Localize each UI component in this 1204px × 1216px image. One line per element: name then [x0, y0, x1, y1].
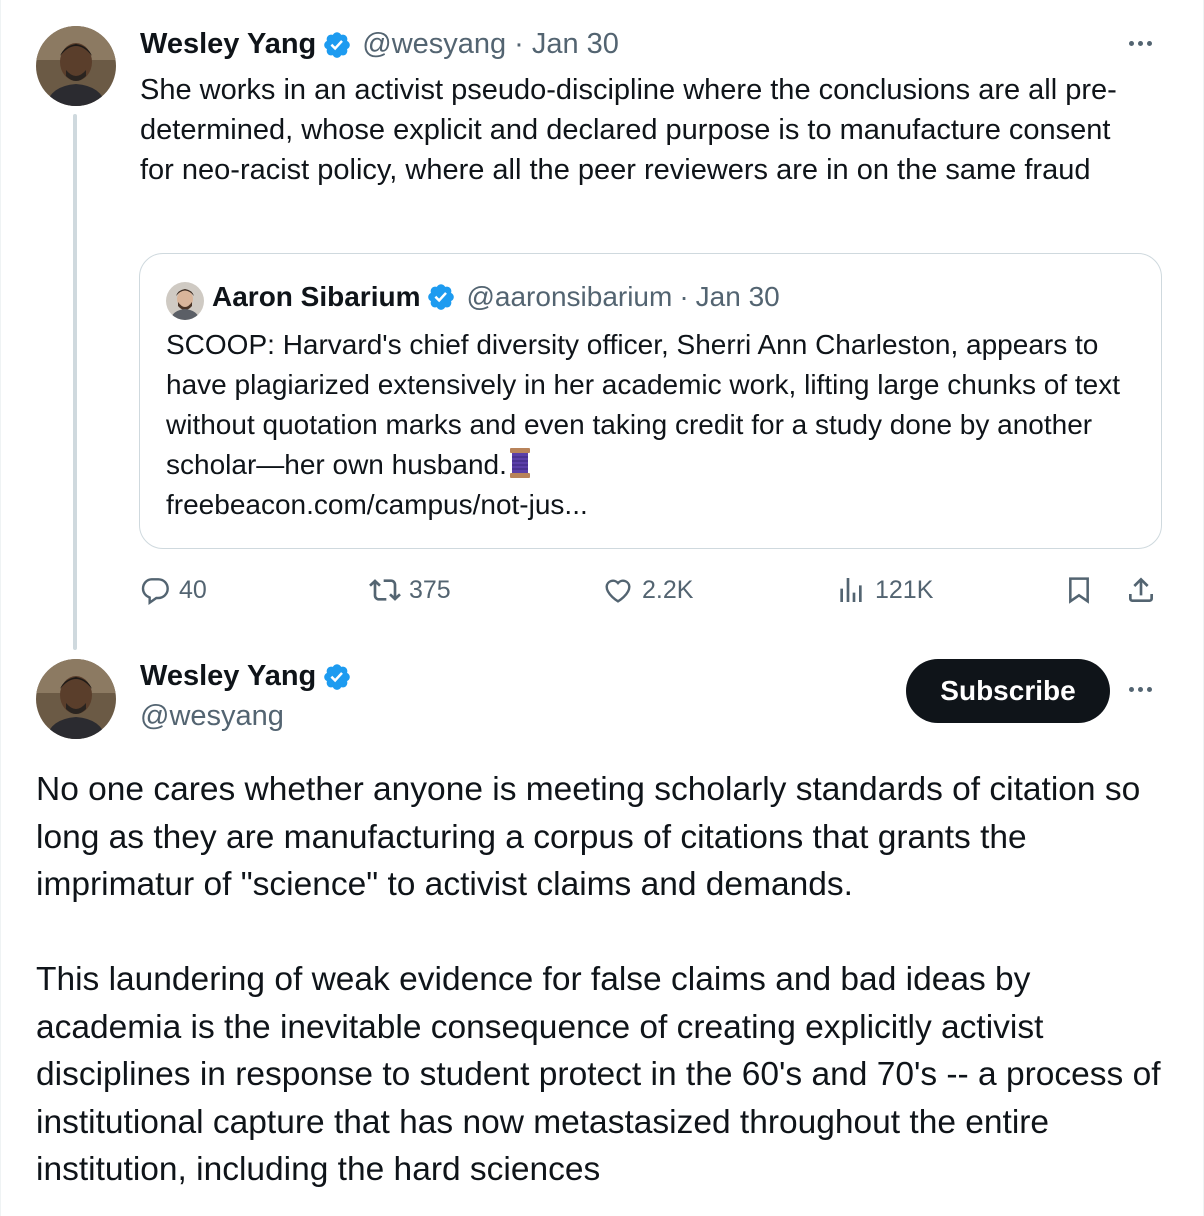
repost-button[interactable]: 375	[369, 574, 451, 606]
author-name[interactable]: Wesley Yang	[140, 28, 316, 61]
repost-icon	[369, 579, 401, 601]
quoted-text: SCOOP: Harvard's chief diversity officer…	[166, 329, 1121, 480]
share-button[interactable]	[1125, 574, 1157, 606]
avatar[interactable]	[36, 659, 116, 739]
bookmark-button[interactable]	[1063, 574, 1095, 606]
spool-of-thread-icon	[509, 448, 530, 478]
subscribe-button[interactable]: Subscribe	[906, 659, 1110, 723]
quoted-handle[interactable]: @aaronsibarium	[466, 281, 672, 313]
verified-badge-icon	[428, 284, 455, 310]
tweet-actions: 40 375 2.2K 121K	[139, 574, 1169, 614]
tweet-header: Wesley Yang @wesyang · Jan 30	[140, 28, 619, 61]
tweet-date[interactable]: Jan 30	[532, 28, 619, 61]
quoted-date[interactable]: Jan 30	[696, 281, 780, 313]
author-handle[interactable]: @wesyang	[362, 28, 506, 61]
author-name[interactable]: Wesley Yang	[140, 660, 316, 693]
more-dots-icon[interactable]	[1129, 687, 1152, 692]
main-author: Wesley Yang	[140, 660, 362, 693]
quoted-tweet-card[interactable]: Aaron Sibarium @aaronsibarium · Jan 30 S…	[139, 253, 1162, 549]
quoted-text-block: SCOOP: Harvard's chief diversity officer…	[166, 325, 1146, 525]
like-count: 2.2K	[642, 575, 694, 604]
verified-badge-icon	[324, 663, 351, 690]
bookmark-icon	[1069, 577, 1089, 604]
share-icon	[1129, 577, 1153, 602]
reply-count: 40	[179, 575, 207, 604]
tweet-text: She works in an activist pseudo-discipli…	[140, 74, 1117, 186]
more-dots-icon[interactable]	[1129, 41, 1152, 46]
views-chart-icon	[840, 578, 862, 602]
verified-badge-icon	[324, 31, 351, 58]
reply-icon	[141, 578, 169, 605]
post-detail-view: Wesley Yang @wesyang · Jan 30 She works …	[0, 0, 1204, 1216]
separator: ·	[679, 281, 689, 312]
views-button[interactable]: 121K	[835, 574, 933, 606]
author-handle[interactable]: @wesyang	[140, 700, 284, 733]
reply-button[interactable]: 40	[139, 574, 207, 606]
repost-count: 375	[409, 575, 451, 604]
quoted-author-name[interactable]: Aaron Sibarium	[212, 281, 420, 313]
separator: ·	[514, 28, 524, 60]
like-button[interactable]: 2.2K	[602, 574, 693, 606]
quoted-avatar[interactable]	[166, 282, 204, 320]
quoted-link[interactable]: freebeacon.com/campus/not-jus...	[166, 489, 588, 520]
avatar[interactable]	[36, 26, 116, 106]
main-tweet-text: No one cares whether anyone is meeting s…	[36, 771, 1161, 1188]
heart-icon	[605, 579, 631, 603]
thread-connector	[73, 114, 77, 650]
quoted-header: Aaron Sibarium @aaronsibarium · Jan 30	[212, 281, 780, 313]
views-count: 121K	[875, 575, 934, 604]
